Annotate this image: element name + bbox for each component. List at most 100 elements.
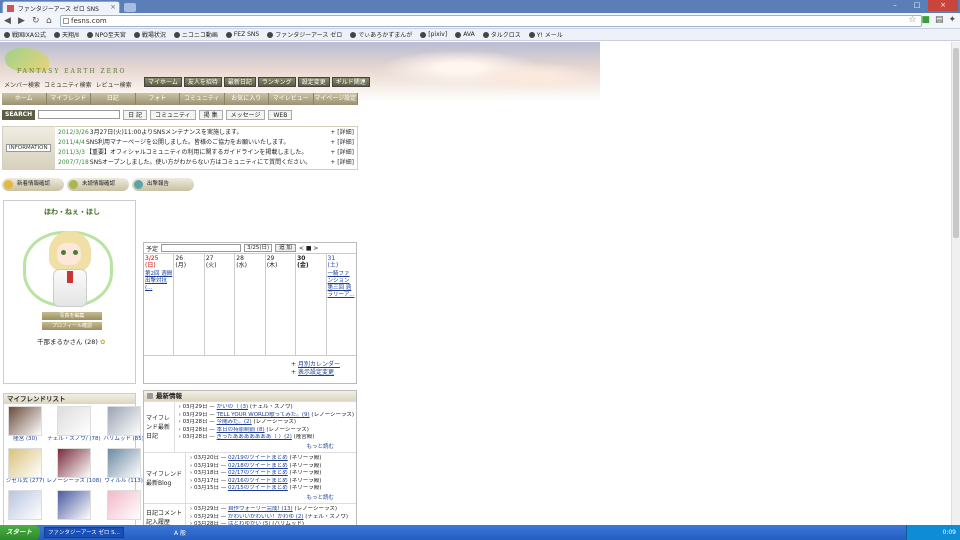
start-button[interactable]: スタート [0,525,40,540]
friend-avatar[interactable] [106,490,141,520]
friend-name[interactable]: チェル・スノウ/ (78) [47,436,102,443]
friend-item[interactable]: ハリムッド (85) [103,406,144,446]
scrollbar-thumb[interactable] [953,48,959,238]
friend-avatar[interactable] [106,448,141,478]
friend-item[interactable]: 隆宮 (30) [6,406,45,446]
edit-photo-button[interactable]: 写真を編集 [42,312,102,320]
home-icon[interactable]: ⌂ [46,16,52,26]
info-more-link[interactable]: + [詳細] [330,138,354,148]
friend-name[interactable]: 隆宮 (30) [6,436,45,443]
status-button[interactable]: 未読情報確認 [67,178,129,191]
info-message[interactable]: 3月27日(火)11:00よりSNSメンテナンスを実施します。 [90,128,328,138]
display-settings-link[interactable]: 表示設定変更 [298,369,334,376]
close-window-icon[interactable]: × [928,0,958,11]
search-button[interactable]: 日 記 [123,109,148,120]
profile-avatar[interactable] [19,217,119,309]
info-message[interactable]: 【重要】オフィシャルコミュニティの利用に関するガイドラインを掲載しました。 [86,148,327,158]
friend-avatar[interactable] [8,406,43,436]
latest-item-link[interactable]: 本日の持原制前 (8) [217,427,265,433]
latest-item-link[interactable]: かいの（ (3) [217,404,249,410]
more-link[interactable]: もっと読む [190,493,354,501]
bookmark-item[interactable]: 天翔/Ⅱ [54,30,79,39]
latest-item-link[interactable]: ぎったあああああああ（ ）(2) [217,434,292,440]
schedule-input[interactable] [161,244,242,252]
search-button[interactable]: メッセージ [225,109,266,120]
main-nav-item[interactable]: コミュニティ [180,93,225,105]
bookmark-item[interactable]: ファンタジーアース ゼロ [267,30,342,39]
add-schedule-button[interactable]: 追 加 [275,244,296,252]
latest-item-link[interactable]: 02/18のツイートまとめ [228,463,288,469]
search-link[interactable]: レビュー検索 [96,80,132,89]
new-tab-button[interactable] [124,3,136,12]
bookmark-item[interactable]: AVA [455,31,475,38]
wrench-icon[interactable]: ✦ [948,15,956,25]
latest-item-link[interactable]: 02/17のツイートまとめ [228,470,288,476]
friend-name[interactable]: ジゼル式 (277) [6,478,45,485]
friend-name[interactable]: レノーシーラス (108) [47,478,102,485]
latest-item-link[interactable]: 02/16のツイートまとめ [228,478,288,484]
friend-name[interactable]: ハリムッド (85) [103,436,144,443]
status-button[interactable]: 出撃報告 [132,178,194,191]
friend-item[interactable]: チェル・スノウ/ (78) [47,406,102,446]
top-nav-button[interactable]: 設定変更 [297,77,330,87]
status-button[interactable]: 新着情報確認 [2,178,64,191]
top-nav-button[interactable]: ギルド関連 [331,77,370,87]
forward-icon[interactable]: ▶ [18,16,25,26]
bookmark-item[interactable]: FEZ SNS [225,31,259,38]
page-menu-icon[interactable]: ▤ [935,15,944,25]
friend-item[interactable]: ジゼル式 (277) [6,448,45,488]
ime-bar[interactable]: A 般 [174,528,186,537]
friend-name[interactable]: ウィルル (113) [103,478,144,485]
search-button[interactable]: WEB [268,109,293,120]
calendar-day[interactable]: 28 (水) [235,254,266,355]
extension-icon[interactable]: ■ [921,15,930,25]
friend-item[interactable] [6,490,45,525]
bookmark-item[interactable]: NPO至天宮 [86,30,126,39]
friend-avatar[interactable] [8,448,43,478]
info-more-link[interactable]: + [詳細] [330,158,354,168]
friend-avatar[interactable] [56,448,91,478]
main-nav-item[interactable]: 日記 [91,93,136,105]
bookmark-item[interactable]: 戦場状況 [133,30,166,39]
calendar-day[interactable]: 26 (月) [174,254,205,355]
info-date[interactable]: 2012/3/26 [58,128,89,138]
reload-icon[interactable]: ↻ [32,16,40,26]
calendar-event[interactable]: 第2回 週間出撃対抗(... [145,271,172,292]
profile-check-button[interactable]: プロフィール確認 [42,322,102,330]
top-nav-button[interactable]: ランキング [257,77,296,87]
friend-avatar[interactable] [106,406,141,436]
top-nav-button[interactable]: 最新日記 [223,77,256,87]
friend-item[interactable]: ウィルル (113) [103,448,144,488]
info-message[interactable]: SNS利用マナーページを公開しました。皆様のご協力をお願いいたします。 [86,138,327,148]
main-nav-item[interactable]: マイフレンド [47,93,91,105]
info-more-link[interactable]: + [詳細] [330,128,354,138]
top-nav-button[interactable]: マイホーム [144,77,182,87]
address-bar[interactable]: fesns.com [60,15,922,27]
top-nav-button[interactable]: 友人を招待 [183,77,222,87]
browser-tab[interactable]: ファンタジーアース ゼロ SNS × [2,1,120,13]
date-select[interactable]: 3/25(日) [244,244,273,252]
calendar-day[interactable]: 31 (土) 一騎ファンション 第三回 週ラリーア... [327,254,356,355]
latest-item-link[interactable]: 今閲みだ。(2) [217,419,252,425]
bookmark-star-icon[interactable]: ☆ [908,15,916,25]
latest-item-link[interactable]: かわいいかわいい！かわゆ (2) [228,514,304,520]
calendar-event[interactable]: 一騎ファンション 第三回 週ラリーア... [328,271,355,299]
info-message[interactable]: SNSオープンしました。使い方がわからない方はコミュニティにて質問ください。 [90,158,328,168]
monthly-calendar-link[interactable]: 月別カレンダー [298,361,340,368]
calendar-nav[interactable]: < ■ > [299,245,319,252]
calendar-day[interactable]: 3/25 (日) 第2回 週間出撃対抗(... [144,254,175,355]
search-link[interactable]: コミュニティ検索 [44,80,92,89]
friend-item[interactable]: レノーシーラス (108) [47,448,102,488]
bookmark-item[interactable]: Y! メール [528,30,563,39]
main-nav-item[interactable]: フォト [136,93,180,105]
site-logo[interactable]: FANTASY EARTH ZERO [3,46,143,78]
bookmark-item[interactable]: 戦国IXA公式 [4,30,46,39]
search-button[interactable]: コミュニティ [150,109,196,120]
bookmark-item[interactable]: ニコニコ動画 [173,30,218,39]
friend-avatar[interactable] [8,490,43,520]
info-date[interactable]: 2011/3/3 [58,148,85,158]
main-nav-item[interactable]: マイページ設定 [314,93,358,105]
friend-item[interactable] [103,490,144,525]
bookmark-item[interactable]: タルクロス [482,30,521,39]
calendar-day[interactable]: 27 (火) [205,254,236,355]
